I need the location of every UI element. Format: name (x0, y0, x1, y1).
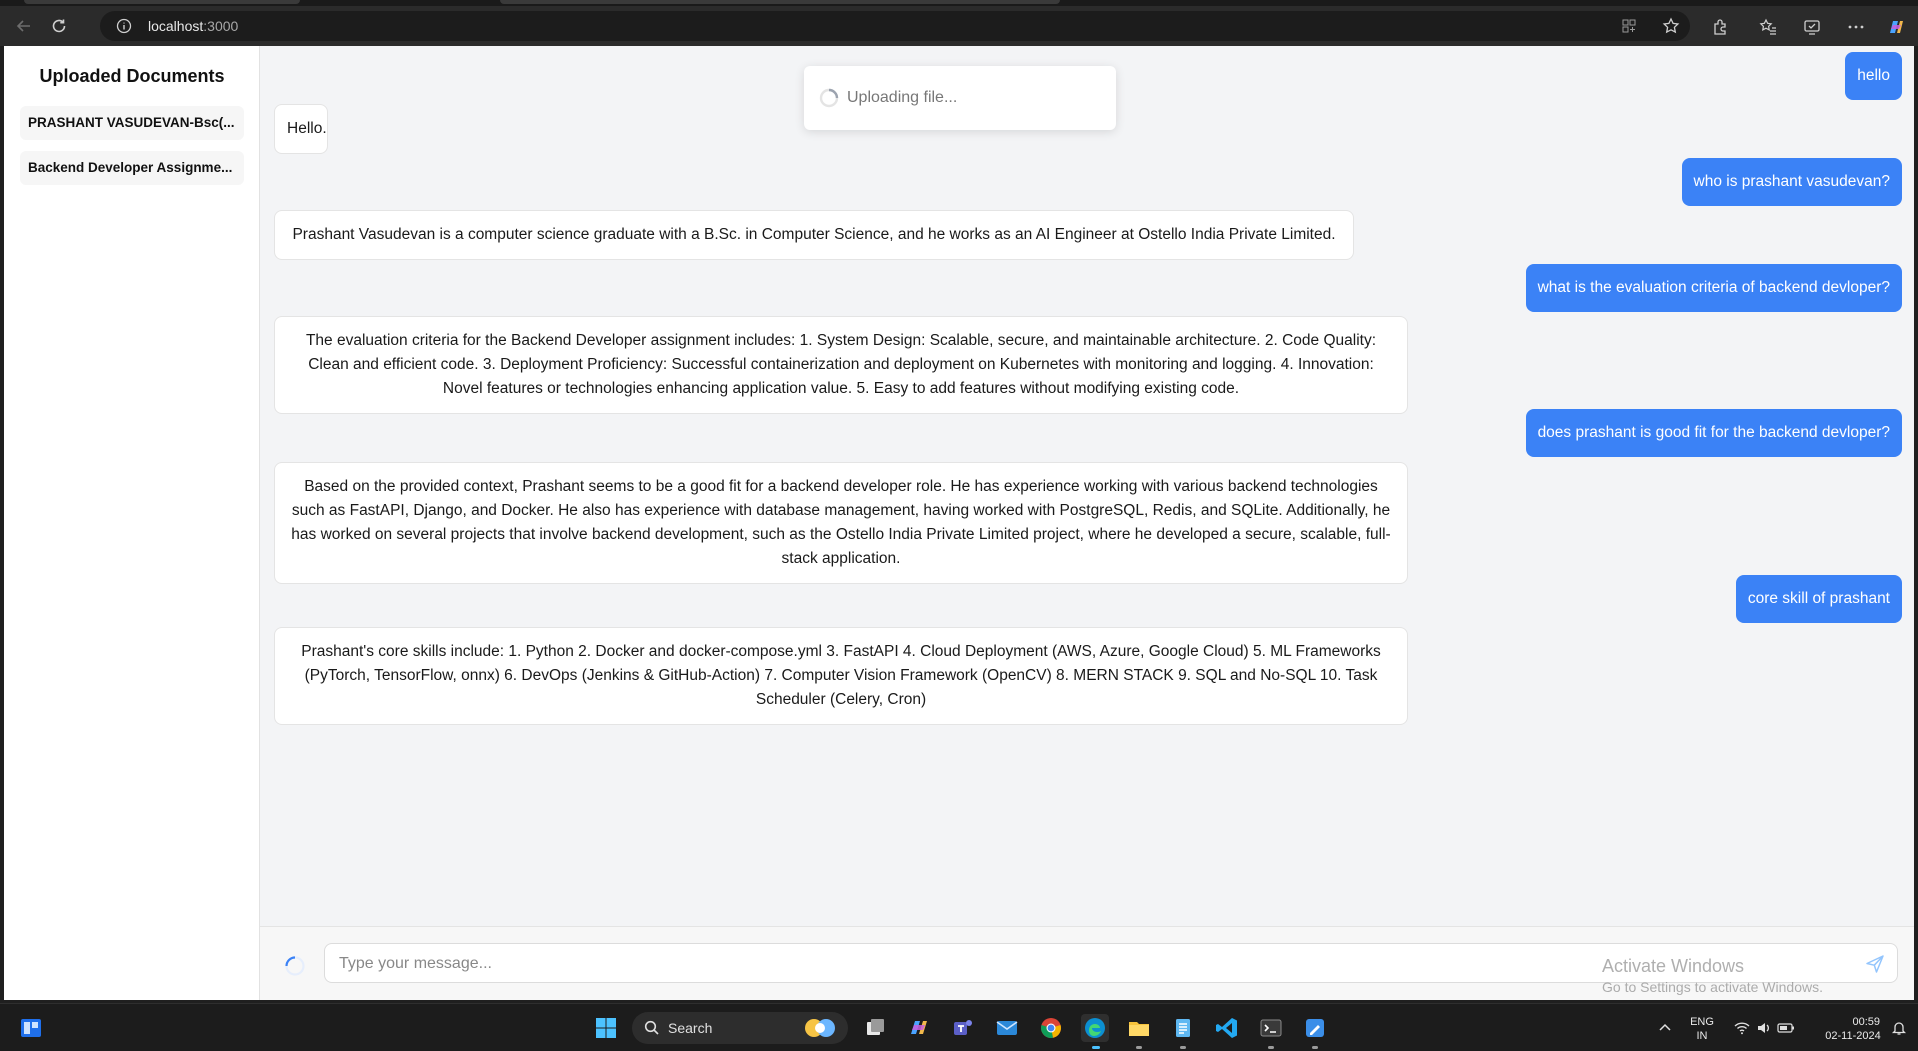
running-indicator (1180, 1046, 1186, 1049)
browser-tab[interactable] (500, 0, 1060, 4)
app-available-icon[interactable] (1620, 17, 1638, 35)
more-options-icon[interactable] (1846, 17, 1866, 37)
document-name: PRASHANT VASUDEVAN-Bsc(... (28, 115, 235, 130)
running-indicator (1312, 1046, 1318, 1049)
task-view-icon[interactable] (861, 1014, 889, 1042)
site-info-icon[interactable] (116, 18, 132, 39)
document-item[interactable]: Backend Developer Assignme... (20, 151, 244, 185)
show-hidden-icons-chevron-icon[interactable] (1651, 1014, 1679, 1042)
browser-tab[interactable] (24, 0, 300, 4)
taskbar: Search ENG IN 00:59 02-11-2024 (0, 1003, 1918, 1051)
chat-area: hello Hello. who is prashant vasudevan? … (260, 46, 1914, 926)
user-message: does prashant is good fit for the backen… (1525, 409, 1902, 457)
copilot-icon[interactable] (1886, 17, 1906, 37)
favorite-star-icon[interactable] (1662, 17, 1680, 35)
notification-bell-icon[interactable] (1888, 1014, 1910, 1042)
address-bar[interactable]: localhost:3000 (100, 11, 1690, 41)
favorites-icon[interactable] (1758, 17, 1778, 37)
bot-message: Prashant's core skills include: 1. Pytho… (274, 627, 1408, 725)
user-message: core skill of prashant (1735, 575, 1902, 623)
document-item[interactable]: PRASHANT VASUDEVAN-Bsc(... (20, 106, 244, 140)
url-text: localhost:3000 (148, 18, 239, 34)
chrome-icon[interactable] (1037, 1014, 1065, 1042)
input-language[interactable]: ENG IN (1689, 1015, 1715, 1043)
clock[interactable]: 00:59 02-11-2024 (1808, 1015, 1898, 1043)
reload-icon[interactable] (45, 12, 73, 40)
collections-icon[interactable] (1802, 17, 1822, 37)
bot-message: Prashant Vasudevan is a computer science… (274, 210, 1354, 260)
running-indicator (1268, 1046, 1274, 1049)
back-icon[interactable] (10, 12, 38, 40)
running-indicator (1136, 1046, 1142, 1049)
active-indicator (1092, 1046, 1100, 1049)
upload-toast: Uploading file... (804, 66, 1116, 130)
edge-icon[interactable] (1081, 1014, 1109, 1042)
loading-spinner-icon (284, 955, 306, 982)
bot-message: The evaluation criteria for the Backend … (274, 316, 1408, 414)
search-highlight-icon (800, 1016, 840, 1045)
upload-status-label: Uploading file... (847, 89, 958, 106)
mail-icon[interactable] (993, 1014, 1021, 1042)
taskbar-search[interactable]: Search (632, 1012, 848, 1044)
terminal-icon[interactable] (1257, 1014, 1285, 1042)
paint-icon[interactable] (1301, 1014, 1329, 1042)
app-viewport: Uploaded Documents PRASHANT VASUDEVAN-Bs… (4, 46, 1914, 1000)
documents-sidebar: Uploaded Documents PRASHANT VASUDEVAN-Bs… (4, 46, 260, 1000)
loading-spinner-icon (818, 87, 840, 114)
battery-icon[interactable] (1772, 1014, 1800, 1042)
user-message: what is the evaluation criteria of backe… (1525, 264, 1902, 312)
teams-icon[interactable] (949, 1014, 977, 1042)
windows-activation-watermark: Activate Windows Go to Settings to activ… (1602, 956, 1823, 995)
sidebar-title: Uploaded Documents (39, 66, 225, 86)
notepad-icon[interactable] (1169, 1014, 1197, 1042)
search-icon (644, 1020, 660, 1041)
user-message: hello (1845, 52, 1902, 100)
vscode-icon[interactable] (1213, 1014, 1241, 1042)
widgets-icon[interactable] (17, 1014, 45, 1042)
bot-message: Hello. (274, 104, 328, 154)
file-explorer-icon[interactable] (1125, 1014, 1153, 1042)
bot-message: Based on the provided context, Prashant … (274, 462, 1408, 584)
browser-toolbar: localhost:3000 (0, 6, 1918, 46)
copilot-taskbar-icon[interactable] (905, 1014, 933, 1042)
send-icon[interactable] (1865, 954, 1885, 979)
user-message: who is prashant vasudevan? (1681, 158, 1902, 206)
extensions-icon[interactable] (1710, 17, 1730, 37)
document-name: Backend Developer Assignme... (28, 160, 233, 175)
start-icon[interactable] (592, 1014, 620, 1042)
